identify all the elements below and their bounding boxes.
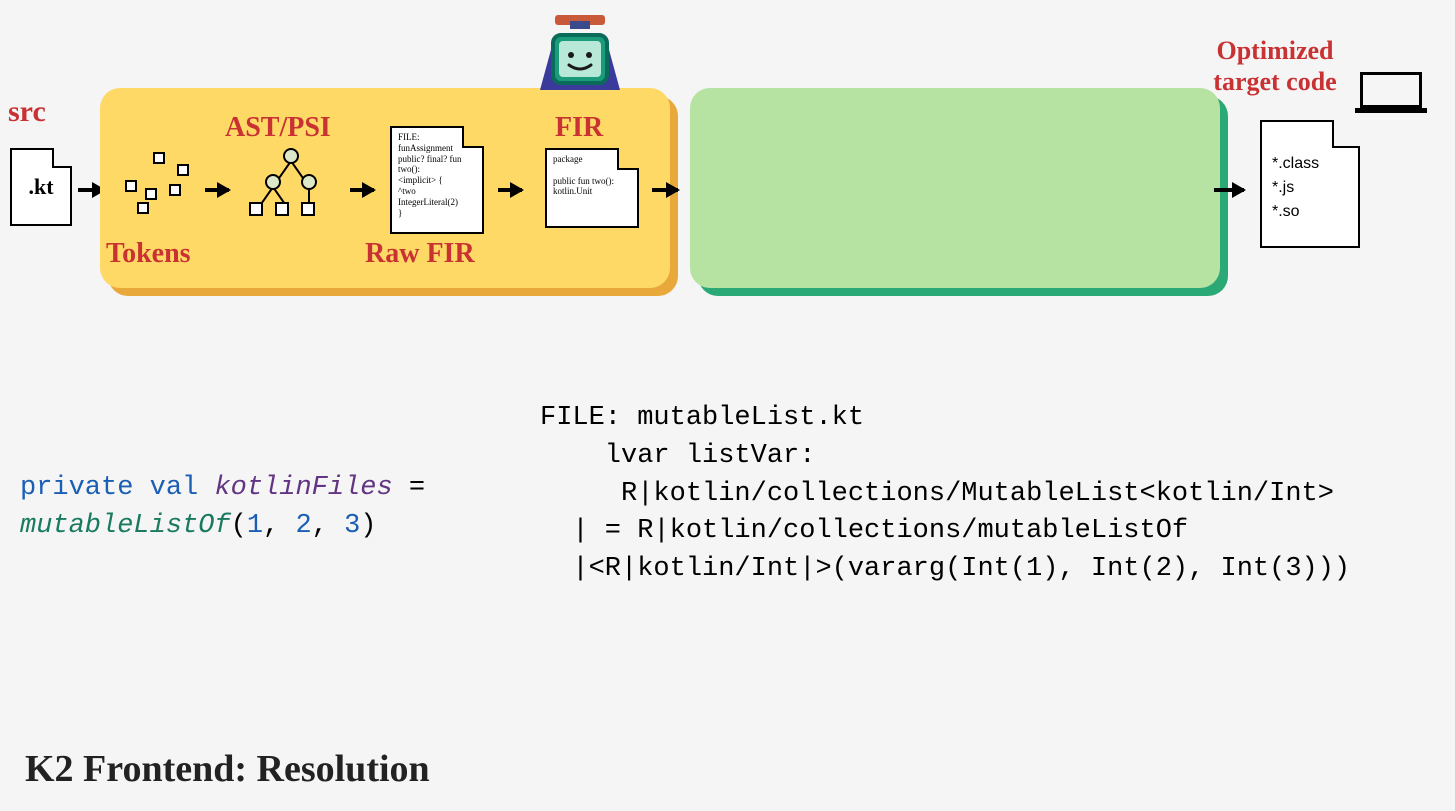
arrow-icon [350,188,374,192]
astpsi-label: AST/PSI [225,112,331,144]
code-fir-output: FILE: mutableList.kt lvar listVar: R|kot… [540,400,1350,589]
arrow-icon [1214,188,1244,192]
rawfir-doc: FILE: funAssignment public? final? fun t… [390,126,484,234]
fir-label: FIR [555,112,603,144]
fir-doc: package public fun two(): kotlin.Unit [545,148,639,228]
tokens-label: Tokens [106,238,191,270]
tokens-icon [125,150,195,220]
fir-doc-text: package public fun two(): kotlin.Unit [553,154,631,197]
kw-private: private [20,473,133,503]
output-ext-3: *.so [1272,200,1348,224]
ident-kotlinfiles: kotlinFiles [214,473,392,503]
slide-title: K2 Frontend: Resolution [25,747,430,791]
arrow-icon [205,188,229,192]
ast-tree-icon [245,146,335,226]
output-ext-2: *.js [1272,176,1348,200]
num-3: 3 [344,511,360,541]
code-source: private val kotlinFiles = mutableListOf(… [20,470,425,546]
robot-mascot-icon [525,15,635,100]
rawfir-doc-text: FILE: funAssignment public? final? fun t… [398,132,476,218]
backend-box [690,88,1220,288]
output-file-icon: *.class *.js *.so [1260,120,1360,248]
src-file-ext: .kt [28,174,53,200]
arrow-icon [652,188,678,192]
num-2: 2 [295,511,311,541]
src-file-icon: .kt [10,148,72,226]
func-mutablelistof: mutableListOf [20,511,231,541]
rawfir-label: Raw FIR [365,238,475,270]
pipeline-diagram: src .kt Tokens [0,20,1455,300]
paren-close: ) [360,511,376,541]
kw-val: val [150,473,199,503]
output-ext-1: *.class [1272,152,1348,176]
opt-target-label: Optimized target code [1185,35,1365,97]
arrow-icon [498,188,522,192]
paren-open: ( [231,511,247,541]
num-1: 1 [247,511,263,541]
src-label: src [8,95,46,129]
eq-sign: = [393,473,425,503]
laptop-icon [1360,72,1422,108]
